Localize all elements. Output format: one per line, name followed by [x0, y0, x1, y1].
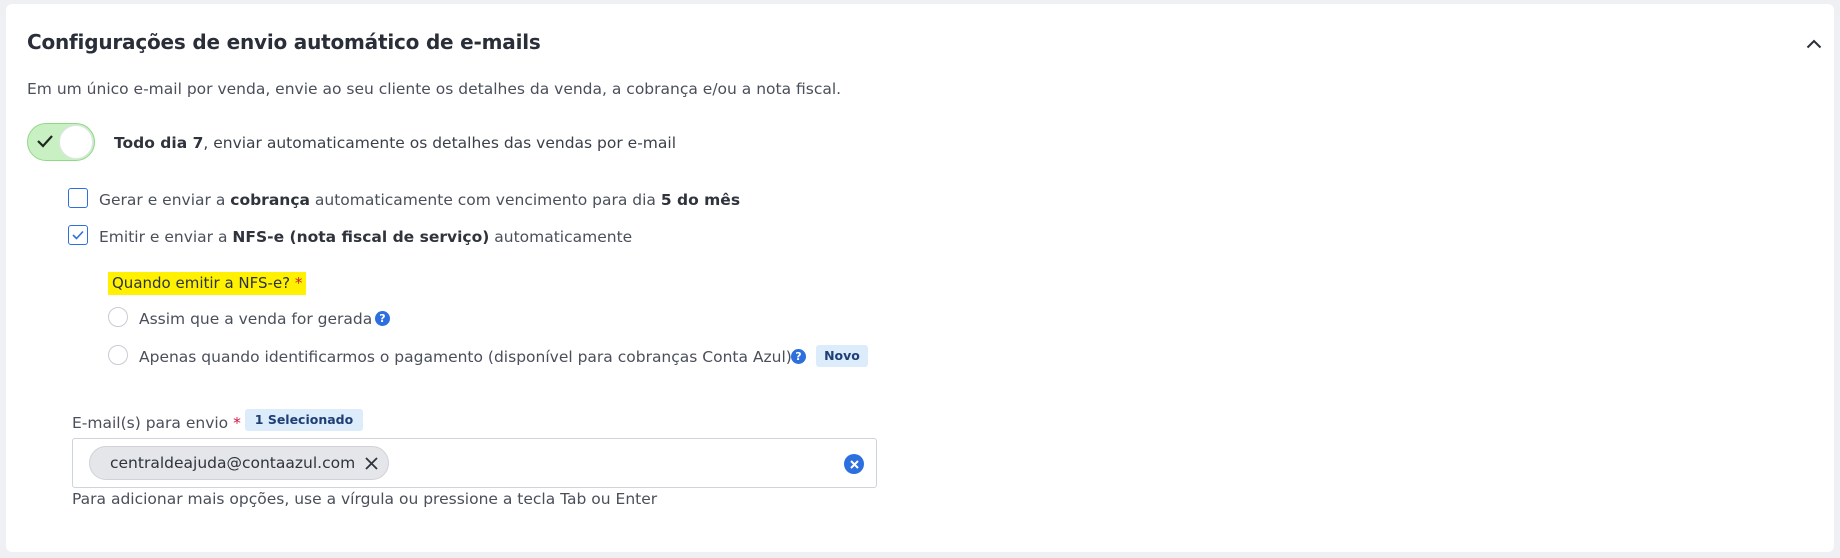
auto-send-label-rest: , enviar automaticamente os detalhes das… — [203, 134, 677, 152]
section-description: Em um único e-mail por venda, envie ao s… — [27, 80, 842, 98]
email-settings-card: Configurações de envio automático de e-m… — [6, 4, 1834, 552]
email-chip-label: centraldeajuda@contaazul.com — [110, 454, 356, 472]
billing-option-label: Gerar e enviar a cobrança automaticament… — [99, 191, 740, 209]
selected-count-badge: 1 Selecionado — [245, 409, 363, 431]
emails-label-text: E-mail(s) para envio — [72, 414, 229, 432]
auto-send-toggle[interactable] — [27, 123, 95, 161]
nfse-option-label: Emitir e enviar a NFS-e (nota fiscal de … — [99, 228, 632, 246]
clear-icon — [849, 459, 859, 469]
billing-label-part2: automaticamente com vencimento para dia — [309, 191, 661, 209]
billing-label-bold2: 5 do mês — [660, 191, 741, 209]
required-mark: * — [233, 414, 241, 432]
checkmark-icon — [72, 230, 84, 240]
collapse-button[interactable] — [1803, 33, 1825, 55]
required-mark: * — [294, 274, 303, 292]
radio-on-sale-generated-label: Assim que a venda for gerada — [139, 310, 373, 328]
toggle-knob — [59, 125, 93, 159]
chevron-up-icon — [1806, 39, 1822, 49]
nfse-label-part2: automaticamente — [489, 228, 633, 246]
section-title: Configurações de envio automático de e-m… — [27, 30, 541, 54]
radio-on-payment-label: Apenas quando identificarmos o pagamento… — [139, 348, 792, 366]
auto-send-label: Todo dia 7, enviar automaticamente os de… — [114, 134, 676, 152]
emails-label: E-mail(s) para envio * — [72, 414, 241, 432]
help-icon[interactable]: ? — [791, 349, 806, 364]
nfse-label-part1: Emitir e enviar a — [99, 228, 233, 246]
auto-send-label-bold: Todo dia 7 — [114, 134, 204, 152]
nfse-when-question: Quando emitir a NFS-e? * — [108, 272, 307, 295]
new-badge: Novo — [816, 345, 868, 367]
radio-on-sale-generated[interactable] — [108, 307, 128, 327]
remove-email-button[interactable] — [365, 456, 378, 470]
nfse-checkbox[interactable] — [68, 225, 88, 245]
clear-all-button[interactable] — [844, 454, 864, 474]
email-chip: centraldeajuda@contaazul.com — [89, 446, 390, 480]
email-recipients-input[interactable]: centraldeajuda@contaazul.com — [72, 438, 877, 488]
billing-label-bold1: cobrança — [230, 191, 310, 209]
check-icon — [37, 135, 53, 148]
radio-on-payment[interactable] — [108, 345, 128, 365]
nfse-label-bold1: NFS-e (nota fiscal de serviço) — [232, 228, 490, 246]
help-icon[interactable]: ? — [375, 311, 390, 326]
emails-hint: Para adicionar mais opções, use a vírgul… — [72, 490, 658, 508]
close-icon — [365, 456, 378, 470]
nfse-when-question-text: Quando emitir a NFS-e? — [112, 274, 291, 292]
billing-checkbox[interactable] — [68, 188, 88, 208]
billing-label-part1: Gerar e enviar a — [99, 191, 231, 209]
